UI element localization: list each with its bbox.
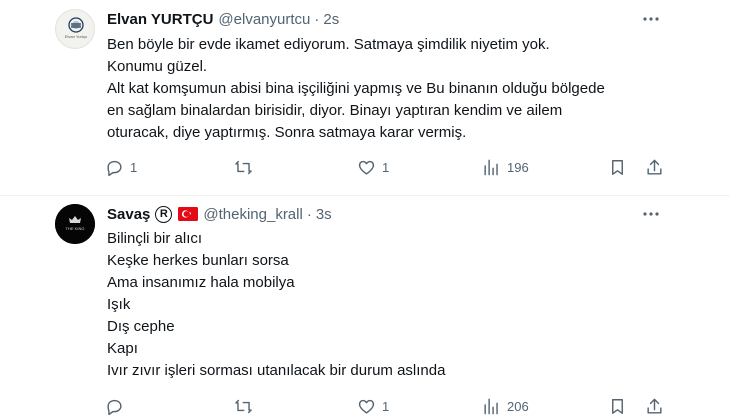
share-button[interactable] (645, 395, 664, 417)
share-button[interactable] (645, 156, 664, 178)
reply-icon (107, 399, 122, 415)
action-bar: 1 1 196 (105, 156, 665, 178)
like-count: 1 (382, 398, 390, 414)
bookmark-button[interactable] (608, 156, 627, 178)
tweet-text: Bilinçli bir alıcı Keşke herkes bunları … (107, 228, 445, 382)
tweet-line: Bilinçli bir alıcı (107, 230, 203, 247)
more-options-button[interactable] (642, 205, 660, 223)
avatar[interactable]: Elvan Yurtçu (55, 9, 95, 49)
avatar-text: Elvan Yurtçu (65, 34, 87, 39)
retweet-icon (235, 399, 252, 413)
like-button[interactable]: 1 (357, 156, 389, 178)
tweet-line: Kapı (107, 340, 138, 357)
avatar[interactable]: THE KING (55, 204, 95, 244)
turkey-flag-icon (178, 207, 199, 221)
tweet-line: Konumu güzel. (107, 58, 208, 75)
tweet-line: Ama insanımız hala mobilya (107, 274, 295, 291)
tweet-line: oturacak, diye yaptırmış. Sonra satmaya … (107, 124, 467, 141)
tweet-2[interactable]: THE KING Savaş R @theking_krall · 3s Bil… (0, 196, 730, 420)
heart-icon (358, 399, 375, 414)
tweet-line: en sağlam binalardan birisidir, diyor. B… (107, 102, 563, 119)
reply-icon (107, 160, 122, 176)
heart-icon (358, 160, 375, 175)
author-name[interactable]: Elvan YURTÇU (107, 11, 213, 28)
separator-dot: · (314, 10, 320, 28)
tweet-line: Ivır zıvır işleri sorması utanılacak bir… (107, 362, 446, 379)
share-icon (647, 398, 662, 414)
action-bar: 1 206 (105, 395, 665, 417)
tweet-1[interactable]: Elvan Yurtçu Elvan YURTÇU @elvanyurtcu ·… (0, 0, 730, 196)
tweet-line: Ben böyle bir evde ikamet ediyorum. Satm… (107, 36, 550, 53)
tweet-text: Ben böyle bir evde ikamet ediyorum. Satm… (107, 34, 605, 144)
tweet-line: Keşke herkes bunları sorsa (107, 252, 289, 269)
retweet-button[interactable] (234, 156, 259, 178)
views-button[interactable]: 196 (482, 156, 529, 178)
avatar-image: THE KING (55, 204, 95, 244)
avatar-text: THE KING (66, 226, 85, 231)
tweet-line: Işık (107, 296, 131, 313)
views-count: 206 (507, 398, 529, 414)
reply-button[interactable]: 1 (105, 156, 137, 178)
timestamp[interactable]: 3s (316, 206, 332, 223)
like-count: 1 (382, 159, 390, 175)
like-button[interactable]: 1 (357, 395, 389, 417)
separator-dot: · (306, 205, 312, 223)
views-icon (484, 159, 498, 175)
views-icon (484, 398, 498, 414)
retweet-button[interactable] (234, 395, 259, 417)
registered-badge-icon: R (155, 205, 173, 223)
retweet-icon (235, 160, 252, 174)
tweet-header: Elvan YURTÇU @elvanyurtcu · 2s (107, 9, 339, 29)
views-button[interactable]: 206 (482, 395, 529, 417)
more-icon (643, 17, 659, 21)
reply-count: 1 (130, 159, 138, 175)
bookmark-icon (612, 159, 623, 175)
bookmark-button[interactable] (608, 395, 627, 417)
views-count: 196 (507, 159, 529, 175)
author-handle[interactable]: @elvanyurtcu (218, 11, 310, 28)
author-handle[interactable]: @theking_krall (203, 206, 302, 223)
more-icon (643, 212, 659, 216)
avatar-image: Elvan Yurtçu (65, 17, 87, 39)
reply-button[interactable] (105, 395, 130, 417)
author-name[interactable]: Savaş (107, 206, 150, 223)
bookmark-icon (612, 398, 623, 414)
tweet-line: Alt kat komşumun abisi bina işçiliğini y… (107, 80, 605, 97)
share-icon (647, 159, 662, 175)
tweet-line: Dış cephe (107, 318, 175, 335)
tweet-header: Savaş R @theking_krall · 3s (107, 204, 332, 224)
timestamp[interactable]: 2s (323, 11, 339, 28)
more-options-button[interactable] (642, 10, 660, 28)
